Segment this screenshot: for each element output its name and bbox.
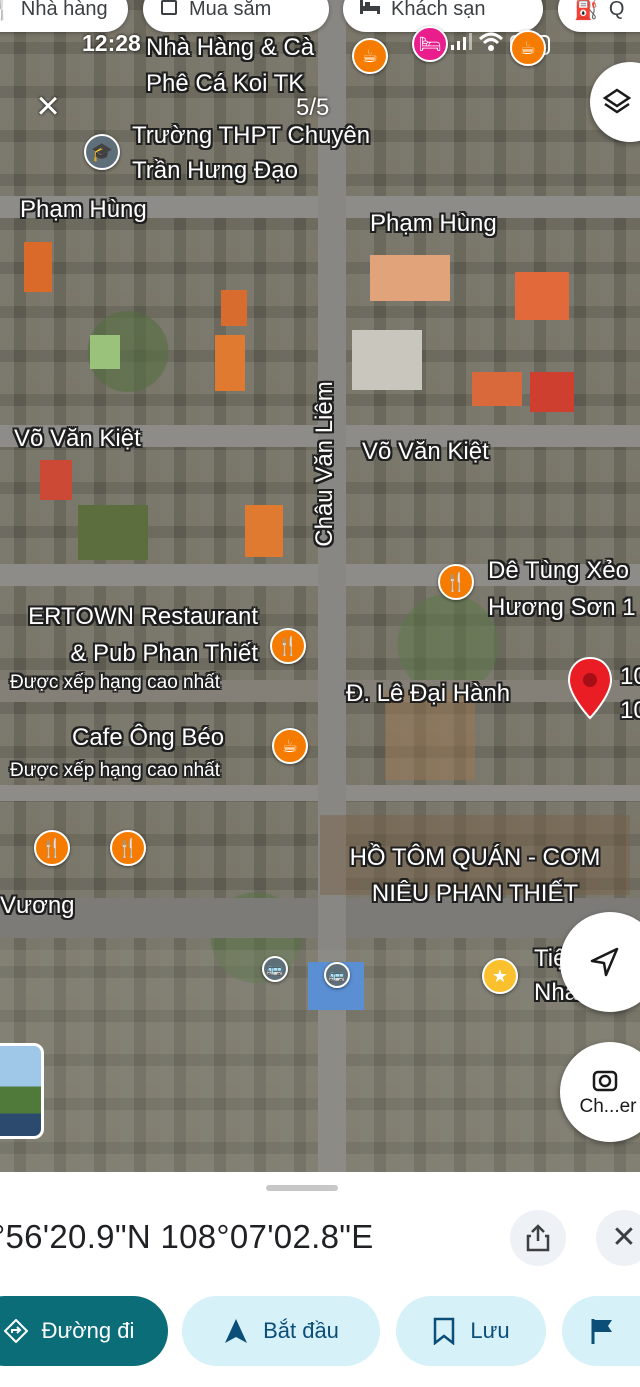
flag-icon bbox=[590, 1317, 616, 1345]
bed-icon bbox=[359, 0, 381, 21]
street-label-vo-van-kiet: Võ Văn Kiệt bbox=[14, 425, 141, 452]
bookmark-icon bbox=[432, 1317, 456, 1345]
chip-label: Q bbox=[608, 0, 625, 20]
flag-button[interactable] bbox=[562, 1296, 640, 1366]
gas-pump-icon: ⛽ bbox=[574, 0, 599, 21]
street-label-chau-van-liem: Châu Văn Liêm bbox=[311, 381, 338, 547]
camera-lens-icon bbox=[591, 1066, 619, 1094]
restaurant-pin-icon[interactable]: 🍴 bbox=[34, 830, 70, 866]
place-label-cafe-ong-beo[interactable]: Cafe Ông Béo bbox=[72, 724, 224, 752]
street-label-le-dai-hanh: Đ. Lê Đại Hành bbox=[346, 680, 511, 707]
pin-label: 10 10 bbox=[620, 663, 640, 724]
place-label-de-tung[interactable]: Dê Tùng Xẻo Hương Sơn 1 bbox=[488, 552, 636, 626]
chip-label: Khách sạn bbox=[391, 0, 486, 20]
hotel-pin-icon[interactable]: 🛏 bbox=[412, 26, 448, 62]
place-label-school[interactable]: Trường THPT Chuyên Trần Hưng Đạo bbox=[132, 118, 370, 188]
directions-label: Đường đi bbox=[41, 1318, 135, 1343]
restaurant-pin-icon[interactable]: 🍴 bbox=[438, 564, 474, 600]
place-label-koi-cafe[interactable]: Nhà Hàng & Cà Phê Cá Koi TK bbox=[146, 30, 314, 102]
street-view-thumbnail[interactable] bbox=[0, 1043, 44, 1139]
street-label-pham-hung: Phạm Hùng bbox=[20, 196, 147, 223]
cafe-pin-icon[interactable]: ☕ bbox=[352, 38, 388, 74]
layers-icon bbox=[602, 87, 632, 117]
close-icon: ✕ bbox=[611, 1221, 637, 1254]
satellite-map[interactable]: 🍴 Nhà hàng Mua sắm Khách sạn ⛽ Q 12:28 bbox=[0, 0, 640, 1172]
wifi-icon bbox=[478, 32, 504, 57]
start-label: Bắt đầu bbox=[263, 1318, 339, 1343]
street-label-vo-van-kiet: Võ Văn Kiệt bbox=[362, 438, 489, 465]
close-icon[interactable]: × bbox=[28, 86, 68, 126]
restaurant-pin-icon[interactable]: 🍴 bbox=[110, 830, 146, 866]
place-label-ertown[interactable]: ERTOWN Restaurant & Pub Phan Thiết bbox=[0, 598, 258, 672]
dropped-pin-icon[interactable] bbox=[567, 656, 613, 720]
cafe-pin-icon[interactable]: ☕ bbox=[272, 728, 308, 764]
bus-stop-icon[interactable]: 🚌 bbox=[324, 962, 350, 988]
lens-label: Ch...er bbox=[579, 1096, 637, 1117]
place-label-ho-tom[interactable]: HỒ TÔM QUÁN - CƠM NIÊU PHAN THIẾT bbox=[322, 840, 628, 912]
sheet-drag-handle[interactable] bbox=[266, 1185, 338, 1191]
layers-button[interactable] bbox=[590, 62, 640, 142]
directions-icon bbox=[3, 1319, 28, 1343]
street-label-pham-hung: Phạm Hùng bbox=[370, 210, 497, 237]
place-sheet: °56'20.9"N 108°07'02.8"E ✕ Đường đi Bắt … bbox=[0, 1172, 640, 1387]
share-button[interactable] bbox=[510, 1210, 566, 1266]
shopping-bag-icon bbox=[159, 0, 179, 22]
directions-button[interactable]: Đường đi bbox=[0, 1296, 168, 1366]
save-label: Lưu bbox=[470, 1318, 510, 1343]
restaurant-pin-icon[interactable]: 🍴 bbox=[270, 628, 306, 664]
bus-stop-icon[interactable]: 🚌 bbox=[262, 956, 288, 982]
chip-label: Nhà hàng bbox=[20, 0, 108, 20]
school-pin-icon[interactable]: 🎓 bbox=[84, 134, 120, 170]
navigation-arrow-icon bbox=[223, 1317, 249, 1345]
coordinates-title: °56'20.9"N 108°07'02.8"E bbox=[0, 1218, 374, 1255]
save-button[interactable]: Lưu bbox=[396, 1296, 546, 1366]
close-sheet-button[interactable]: ✕ bbox=[596, 1210, 640, 1266]
navigation-arrow-icon bbox=[587, 945, 621, 979]
street-label-vuong: Vương bbox=[0, 892, 75, 919]
fork-knife-icon: 🍴 bbox=[0, 0, 11, 22]
cafe-pin-icon[interactable]: ☕ bbox=[510, 30, 546, 66]
place-sublabel-cafe-ong-beo: Được xếp hạng cao nhất bbox=[10, 760, 221, 781]
share-icon bbox=[525, 1224, 551, 1252]
signal-icon bbox=[450, 33, 472, 56]
place-sublabel-ertown: Được xếp hạng cao nhất bbox=[10, 672, 221, 693]
star-pin-icon[interactable]: ★ bbox=[482, 958, 518, 994]
status-time: 12:28 bbox=[82, 30, 141, 56]
start-button[interactable]: Bắt đầu bbox=[182, 1296, 380, 1366]
chip-label: Mua sắm bbox=[189, 0, 272, 20]
